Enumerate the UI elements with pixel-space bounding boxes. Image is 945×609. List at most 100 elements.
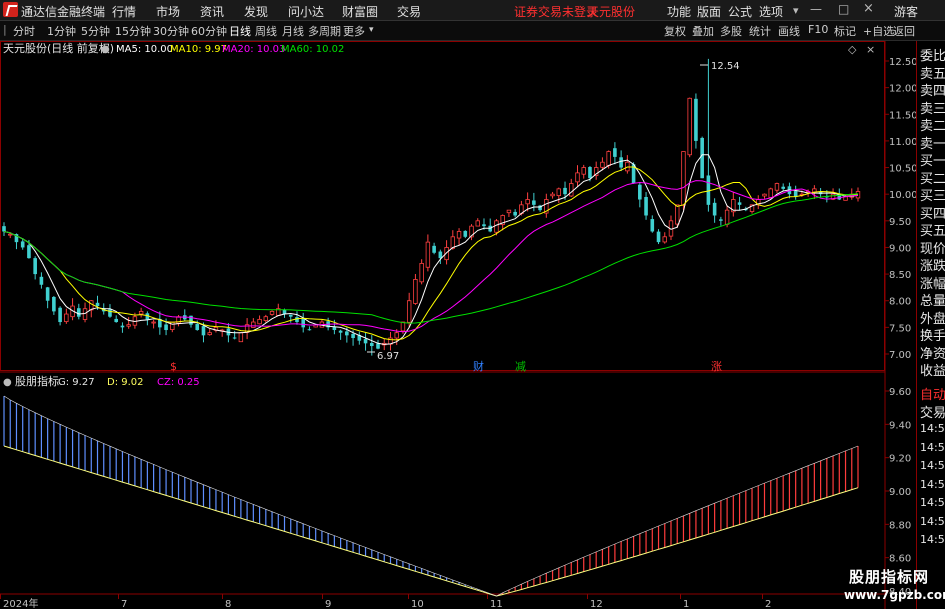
menu-item-options[interactable]: 选项 bbox=[759, 3, 783, 20]
candle-body-up bbox=[257, 318, 262, 325]
dropdown-icon[interactable]: ▾ bbox=[793, 4, 799, 17]
candle-body-down bbox=[120, 325, 125, 328]
ma20-label: MA20: 10.03 bbox=[222, 44, 285, 55]
candle-body-down bbox=[288, 314, 293, 317]
period-tab-weekly[interactable]: 周线 bbox=[255, 23, 277, 39]
candle-body-down bbox=[77, 308, 81, 317]
toolbar-stats[interactable]: 统计 bbox=[749, 23, 771, 39]
menu-item-layout[interactable]: 版面 bbox=[697, 3, 721, 20]
candle-body-up bbox=[506, 209, 512, 214]
candle-body-down bbox=[781, 186, 785, 189]
panel-auto-label[interactable]: 自动 bbox=[920, 384, 945, 403]
candle-body-up bbox=[675, 204, 680, 225]
kline-chart-area[interactable]: 12.50 12.00 11.50 11.00 10.50 10.00 9.50 9.00 8.… bbox=[0, 41, 916, 609]
candle-body-down bbox=[694, 98, 698, 141]
period-tab-30min[interactable]: 30分钟 bbox=[153, 23, 189, 39]
period-toolbar: | 分时 1分钟 5分钟 15分钟 30分钟 60分钟 日线 周线 月线 多周期… bbox=[0, 21, 945, 41]
candle-body-down bbox=[482, 224, 486, 227]
event-mark-dividend[interactable]: $ bbox=[170, 360, 177, 373]
toolbar-overlay[interactable]: 叠加 bbox=[692, 23, 714, 39]
panel-label-turnover: 换手 bbox=[920, 329, 945, 344]
maximize-icon[interactable]: □ bbox=[838, 2, 849, 16]
candle-body-up bbox=[400, 321, 406, 332]
menu-item-function[interactable]: 功能 bbox=[667, 3, 691, 20]
price-tick-label: 10.00 bbox=[889, 190, 916, 201]
indicator-tick-label: 8.80 bbox=[889, 520, 911, 531]
site-watermark: 股朋指标网 www.7gpzb.com bbox=[840, 566, 945, 606]
guest-user[interactable]: 游客 bbox=[894, 3, 918, 20]
candle-body-down bbox=[332, 327, 337, 331]
menu-item-trade[interactable]: 交易 bbox=[397, 3, 421, 20]
candle-body-up bbox=[269, 310, 275, 315]
candle-body-up bbox=[550, 193, 555, 197]
indicator-cz-label: CZ: 0.25 bbox=[157, 377, 200, 388]
candle-body-down bbox=[2, 226, 6, 232]
indicator-tick-label: 9.20 bbox=[889, 454, 911, 465]
toolbar-mark[interactable]: 标记 bbox=[834, 23, 856, 39]
toolbar-multistock[interactable]: 多股 bbox=[720, 23, 742, 39]
price-tick-label: 8.00 bbox=[889, 297, 911, 308]
chart-close-icon[interactable]: × bbox=[866, 43, 875, 56]
period-tab-more[interactable]: 更多 bbox=[343, 23, 365, 39]
ma-params-dot-icon[interactable]: ● bbox=[101, 44, 110, 55]
period-tab-5min[interactable]: 5分钟 bbox=[81, 23, 110, 39]
candle-body-up bbox=[263, 316, 269, 321]
period-tab-15min[interactable]: 15分钟 bbox=[115, 23, 151, 39]
panel-tick-time: 14:56 bbox=[920, 440, 945, 454]
login-warning[interactable]: 证券交易未登录 bbox=[514, 3, 598, 20]
time-tick-label: 7 bbox=[121, 599, 127, 609]
panel-tick-time: 14:56 bbox=[920, 514, 945, 528]
panel-label-outer: 外盘 bbox=[920, 311, 945, 327]
candle-body-up bbox=[681, 151, 686, 206]
price-tick-label: 11.50 bbox=[889, 110, 916, 121]
indicator-dot-icon[interactable]: ● bbox=[3, 377, 12, 388]
panel-label-buy1: 买一 bbox=[920, 154, 945, 169]
candle-body-down bbox=[164, 324, 168, 331]
menu-item-quotes[interactable]: 行情 bbox=[112, 3, 136, 20]
menu-item-ask[interactable]: 问小达 bbox=[288, 3, 324, 20]
period-tab-1min[interactable]: 1分钟 bbox=[47, 23, 76, 39]
toolbar-f10[interactable]: F10 bbox=[808, 23, 828, 36]
ma-line-ma20 bbox=[3, 180, 859, 333]
candle-body-up bbox=[762, 193, 767, 197]
menu-item-wealth[interactable]: 财富圈 bbox=[342, 3, 378, 20]
chart-settings-diamond-icon[interactable]: ◇ bbox=[848, 43, 857, 56]
panel-trade-label[interactable]: 交易 bbox=[920, 402, 945, 421]
event-mark-finance[interactable]: 财 bbox=[473, 359, 484, 373]
menu-item-formula[interactable]: 公式 bbox=[728, 3, 752, 20]
time-tick-label: 2024年 bbox=[3, 597, 38, 609]
minimize-icon[interactable]: — bbox=[810, 2, 822, 16]
candle-body-down bbox=[563, 187, 567, 195]
more-chevron-icon[interactable]: ▾ bbox=[369, 25, 374, 35]
candle-body-up bbox=[556, 188, 561, 197]
toolbar-fuquan[interactable]: 复权 bbox=[664, 23, 686, 39]
indicator-tick-label: 9.00 bbox=[889, 487, 911, 498]
indicator-tick-label: 8.60 bbox=[889, 554, 911, 565]
menu-item-discover[interactable]: 发现 bbox=[244, 3, 268, 20]
event-mark-rise[interactable]: 涨 bbox=[711, 360, 722, 373]
panel-label-sell4: 卖四 bbox=[920, 84, 945, 99]
candle-body-up bbox=[64, 313, 69, 323]
period-tab-intraday[interactable]: 分时 bbox=[13, 23, 35, 39]
candle-body-up bbox=[687, 97, 692, 156]
menu-item-market[interactable]: 市场 bbox=[156, 3, 180, 20]
toolbar-draw[interactable]: 画线 bbox=[778, 23, 800, 39]
menu-item-news[interactable]: 资讯 bbox=[200, 3, 224, 20]
indicator-g-label: G: 9.27 bbox=[58, 377, 95, 388]
candle-body-down bbox=[58, 307, 62, 323]
candle-body-down bbox=[108, 309, 112, 317]
event-mark-reduce[interactable]: 减 bbox=[515, 360, 526, 373]
price-tick-label: 7.50 bbox=[889, 323, 911, 334]
toolbar-back[interactable]: 返回 bbox=[893, 23, 915, 39]
period-tab-daily[interactable]: 日线 bbox=[229, 23, 251, 39]
period-tab-60min[interactable]: 60分钟 bbox=[191, 23, 227, 39]
candle-body-down bbox=[39, 276, 44, 285]
candle-body-up bbox=[843, 196, 848, 201]
period-tab-monthly[interactable]: 月线 bbox=[282, 23, 304, 39]
toolbar-add-watchlist[interactable]: +自选 bbox=[863, 23, 894, 39]
period-tab-multi[interactable]: 多周期 bbox=[308, 23, 341, 39]
candle-body-down bbox=[351, 333, 355, 339]
moving-average-lines bbox=[3, 154, 859, 345]
close-icon[interactable]: × bbox=[863, 1, 874, 16]
panel-label-sell5: 卖五 bbox=[920, 66, 945, 82]
